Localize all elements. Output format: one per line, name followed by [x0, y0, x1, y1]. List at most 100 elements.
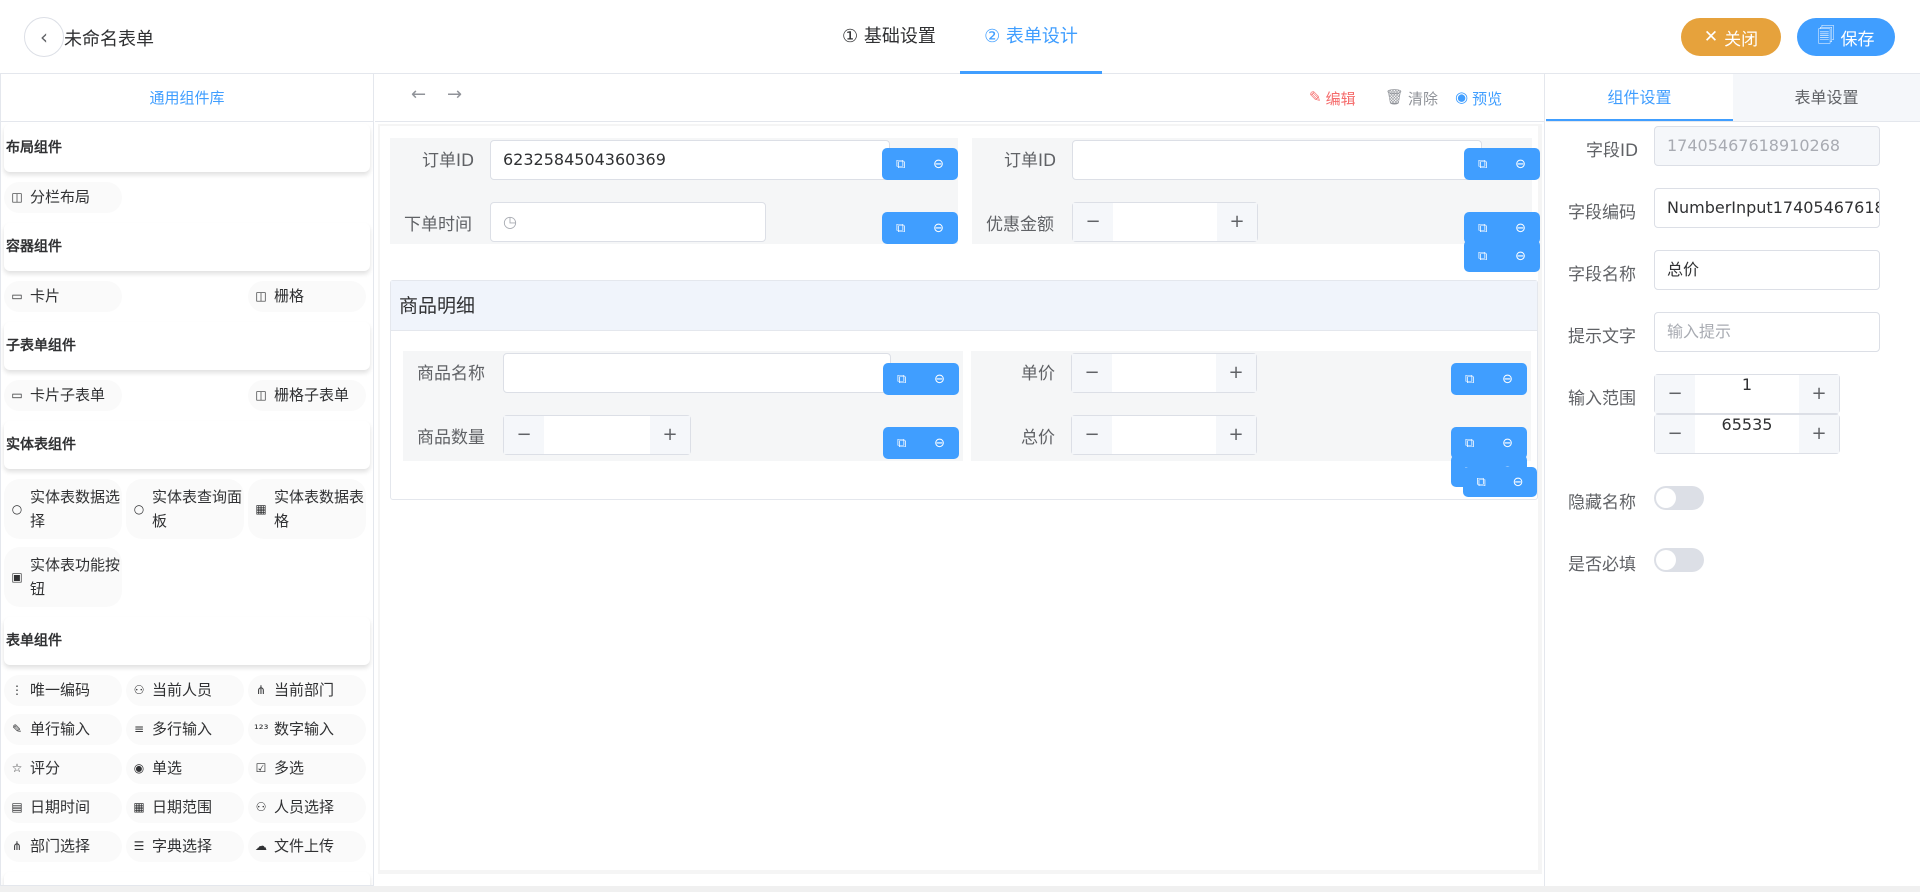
remove-icon[interactable]: ⊖ [1515, 249, 1526, 264]
tab-component-settings[interactable]: 组件设置 [1546, 74, 1733, 121]
copy-icon[interactable]: ⧉ [1476, 475, 1485, 490]
step-form-design[interactable]: ② 表单设计 [960, 0, 1102, 74]
redo-icon[interactable]: → [447, 84, 462, 105]
copy-icon[interactable]: ⧉ [896, 157, 905, 172]
required-toggle[interactable] [1654, 548, 1704, 572]
field-actions[interactable]: ⧉⊖ [883, 363, 959, 395]
remove-icon[interactable]: ⊖ [1502, 436, 1513, 451]
copy-icon[interactable]: ⧉ [1478, 221, 1487, 236]
library-item[interactable]: ⋔ 当前部门 [248, 675, 366, 706]
range-min-stepper[interactable]: −1 + [1654, 374, 1840, 414]
bottom-scrollbar[interactable] [0, 886, 1920, 892]
unit-price-value[interactable] [1112, 354, 1216, 392]
library-item[interactable]: ○ 实体表数据选择 [4, 479, 122, 539]
remove-icon[interactable]: ⊖ [934, 436, 945, 451]
field-actions[interactable]: ⧉⊖ [883, 427, 959, 459]
library-item[interactable]: ▦ 实体表数据表格 [248, 479, 366, 539]
remove-icon[interactable]: ⊖ [934, 372, 945, 387]
form-field-group-left[interactable]: 订单ID 6232584504360369 ⧉ ⊖ 下单时间 ◷ ⧉ ⊖ [390, 138, 958, 244]
library-item[interactable]: ◫ 栅格子表单 [248, 380, 366, 411]
library-item[interactable]: ☆ 评分 [4, 753, 122, 784]
library-item[interactable]: ≡ 多行输入 [126, 714, 244, 745]
library-item[interactable]: ▦ 日期范围 [126, 792, 244, 823]
product-detail-section[interactable]: 商品明细 商品名称 ⧉ ⊖ 商品数量 − + ⧉ ⊖ 单价 − + ⧉ ⊖ 总价 − + ⧉… [390, 280, 1538, 500]
form-field-group-right[interactable]: 订单ID ⧉ ⊖ 优惠金额 − + ⧉ ⊖ ⧉ ⊖ [972, 138, 1540, 272]
copy-icon[interactable]: ⧉ [897, 436, 906, 451]
tab-form-settings[interactable]: 表单设置 [1733, 74, 1920, 121]
remove-icon[interactable]: ⊖ [933, 157, 944, 172]
field-actions[interactable]: ⧉⊖ [1451, 363, 1527, 395]
hide-name-toggle[interactable] [1654, 486, 1704, 510]
field-actions[interactable]: ⧉⊖ [1464, 148, 1540, 180]
clear-button[interactable]: 🗑 清除 [1385, 88, 1438, 109]
discount-value[interactable] [1113, 203, 1217, 241]
hint-input[interactable]: 输入提示 [1654, 312, 1880, 352]
library-title[interactable]: 通用组件库 [1, 74, 373, 122]
plus-icon[interactable]: + [1799, 415, 1839, 453]
discount-stepper[interactable]: − + [1072, 202, 1258, 242]
library-item[interactable]: ▣ 实体表功能按钮 [4, 547, 122, 607]
copy-icon[interactable]: ⧉ [896, 221, 905, 236]
library-item[interactable]: ☑ 多选 [248, 753, 366, 784]
edit-button[interactable]: ✎ 编辑 [1309, 88, 1356, 109]
minus-icon[interactable]: − [1072, 354, 1112, 392]
field-actions[interactable]: ⧉⊖ [882, 212, 958, 244]
minus-icon[interactable]: − [1655, 415, 1695, 453]
step-basic-settings[interactable]: ① 基础设置 [842, 0, 936, 74]
product-name-input[interactable] [503, 353, 891, 393]
library-item[interactable]: ⚇ 当前人员 [126, 675, 244, 706]
copy-icon[interactable]: ⧉ [897, 372, 906, 387]
remove-icon[interactable]: ⊖ [1513, 475, 1524, 490]
total-value[interactable] [1112, 416, 1216, 454]
undo-icon[interactable]: ← [411, 84, 426, 105]
minus-icon[interactable]: − [1073, 203, 1113, 241]
range-max-stepper[interactable]: −65535 + [1654, 414, 1840, 454]
save-button[interactable]: 🗐 保存 [1797, 18, 1895, 56]
library-item[interactable]: ▤ 日期时间 [4, 792, 122, 823]
field-actions[interactable]: ⧉⊖ [882, 148, 958, 180]
close-button[interactable]: ✕ 关闭 [1681, 18, 1781, 56]
quantity-value[interactable] [544, 416, 650, 454]
library-item[interactable]: ¹²³ 数字输入 [248, 714, 366, 745]
library-item[interactable]: ⚇ 人员选择 [248, 792, 366, 823]
order-id-2-input[interactable] [1072, 140, 1482, 180]
plus-icon[interactable]: + [1799, 375, 1839, 413]
field-actions[interactable]: ⧉⊖ [1464, 240, 1540, 272]
range-max-value[interactable]: 65535 [1695, 415, 1799, 453]
plus-icon[interactable]: + [1217, 203, 1257, 241]
copy-icon[interactable]: ⧉ [1465, 436, 1474, 451]
remove-icon[interactable]: ⊖ [1515, 157, 1526, 172]
plus-icon[interactable]: + [1216, 416, 1256, 454]
copy-icon[interactable]: ⧉ [1478, 249, 1487, 264]
library-item[interactable]: ◉ 单选 [126, 753, 244, 784]
library-item[interactable]: ☁ 文件上传 [248, 831, 366, 862]
library-item[interactable]: ▭ 卡片子表单 [4, 380, 122, 411]
range-min-value[interactable]: 1 [1695, 375, 1799, 413]
minus-icon[interactable]: − [1072, 416, 1112, 454]
remove-icon[interactable]: ⊖ [1515, 221, 1526, 236]
preview-button[interactable]: ◉ 预览 [1455, 88, 1502, 109]
remove-icon[interactable]: ⊖ [1502, 372, 1513, 387]
total-stepper[interactable]: − + [1071, 415, 1257, 455]
plus-icon[interactable]: + [650, 416, 690, 454]
unit-price-stepper[interactable]: − + [1071, 353, 1257, 393]
library-item[interactable]: ⋮ 唯一编码 [4, 675, 122, 706]
remove-icon[interactable]: ⊖ [933, 221, 944, 236]
section-actions[interactable]: ⧉ ⊖ [1463, 467, 1537, 497]
quantity-stepper[interactable]: − + [503, 415, 691, 455]
order-time-input[interactable]: ◷ [490, 202, 766, 242]
library-item[interactable]: ◫ 分栏布局 [4, 182, 122, 213]
library-item[interactable]: ⋔ 部门选择 [4, 831, 122, 862]
library-item[interactable]: ○ 实体表查询面板 [126, 479, 244, 539]
copy-icon[interactable]: ⧉ [1478, 157, 1487, 172]
field-name-input[interactable]: 总价 [1654, 250, 1880, 290]
back-button[interactable]: ‹ [24, 17, 64, 57]
order-id-input[interactable]: 6232584504360369 [490, 140, 890, 180]
library-item[interactable]: ◫ 栅格 [248, 281, 366, 312]
product-field-group-right[interactable]: 单价 −+ ⧉⊖ 总价 −+ ⧉⊖ ⧉⊖ [971, 351, 1531, 487]
minus-icon[interactable]: − [504, 416, 544, 454]
library-item[interactable]: ✎ 单行输入 [4, 714, 122, 745]
minus-icon[interactable]: − [1655, 375, 1695, 413]
copy-icon[interactable]: ⧉ [1465, 372, 1474, 387]
product-field-group-left[interactable]: 商品名称 ⧉ ⊖ 商品数量 − + ⧉ ⊖ [403, 351, 963, 461]
